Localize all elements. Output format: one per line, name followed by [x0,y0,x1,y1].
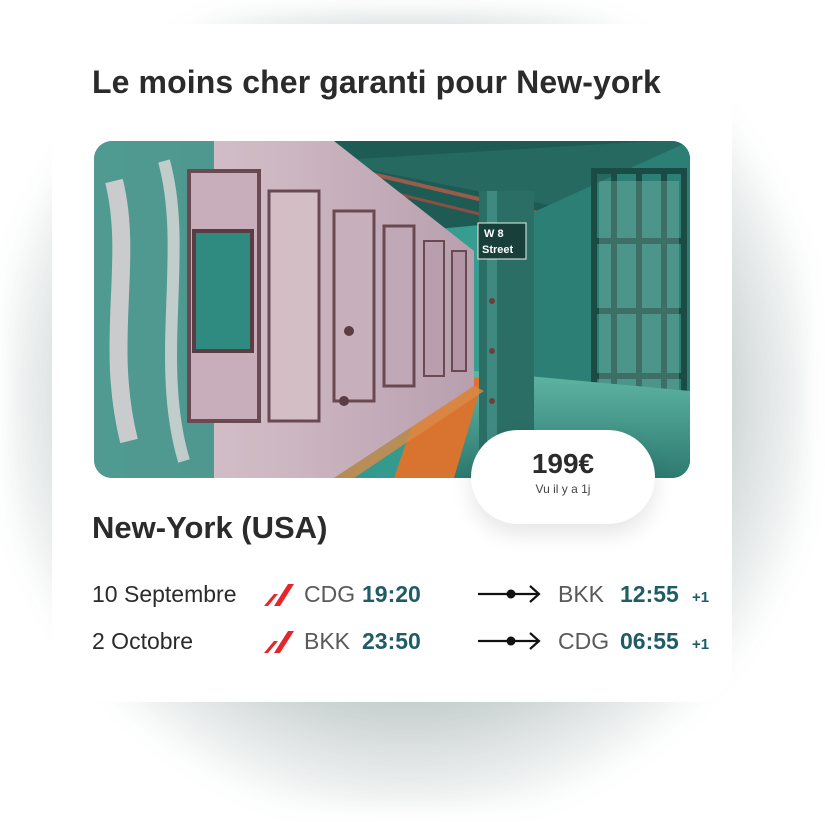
flight-arrow-icon [478,585,541,603]
deal-card[interactable]: Le moins cher garanti pour New-york W 8 … [52,24,732,702]
departure-time: 19:20 [362,581,421,607]
airline-logo-icon [264,584,294,606]
day-offset: +1 [692,589,710,606]
airline-logo-icon [264,631,294,653]
price-value: 199€ [531,448,595,479]
sign-line1: W 8 [484,228,504,240]
price-badge: 199€ Vu il y a 1j [471,430,655,524]
departure-time: 23:50 [362,628,421,654]
destination-photo: W 8 Street [94,141,690,478]
arrival-time: 06:55 [620,628,679,654]
flight-arrow-icon [478,632,541,650]
flight-row-outbound[interactable]: 10 Septembre CDG 19:20 BKK 12:55 +1 [92,577,712,611]
price-seen-note: Vu il y a 1j [535,482,591,496]
card-title: Le moins cher garanti pour New-york [92,64,661,100]
stage: Le moins cher garanti pour New-york W 8 … [0,0,825,822]
departure-airport: BKK [304,628,351,654]
arrival-airport: BKK [558,581,605,607]
flight-row-return[interactable]: 2 Octobre BKK 23:50 CDG 06:55 +1 [92,624,712,658]
day-offset: +1 [692,636,710,653]
sign-line2: Street [482,244,514,256]
arrival-time: 12:55 [620,581,679,607]
destination-name: New-York (USA) [92,510,328,545]
departure-airport: CDG [304,581,356,607]
arrival-airport: CDG [558,628,610,654]
flight-date: 10 Septembre [92,581,237,607]
flight-date: 2 Octobre [92,628,193,654]
